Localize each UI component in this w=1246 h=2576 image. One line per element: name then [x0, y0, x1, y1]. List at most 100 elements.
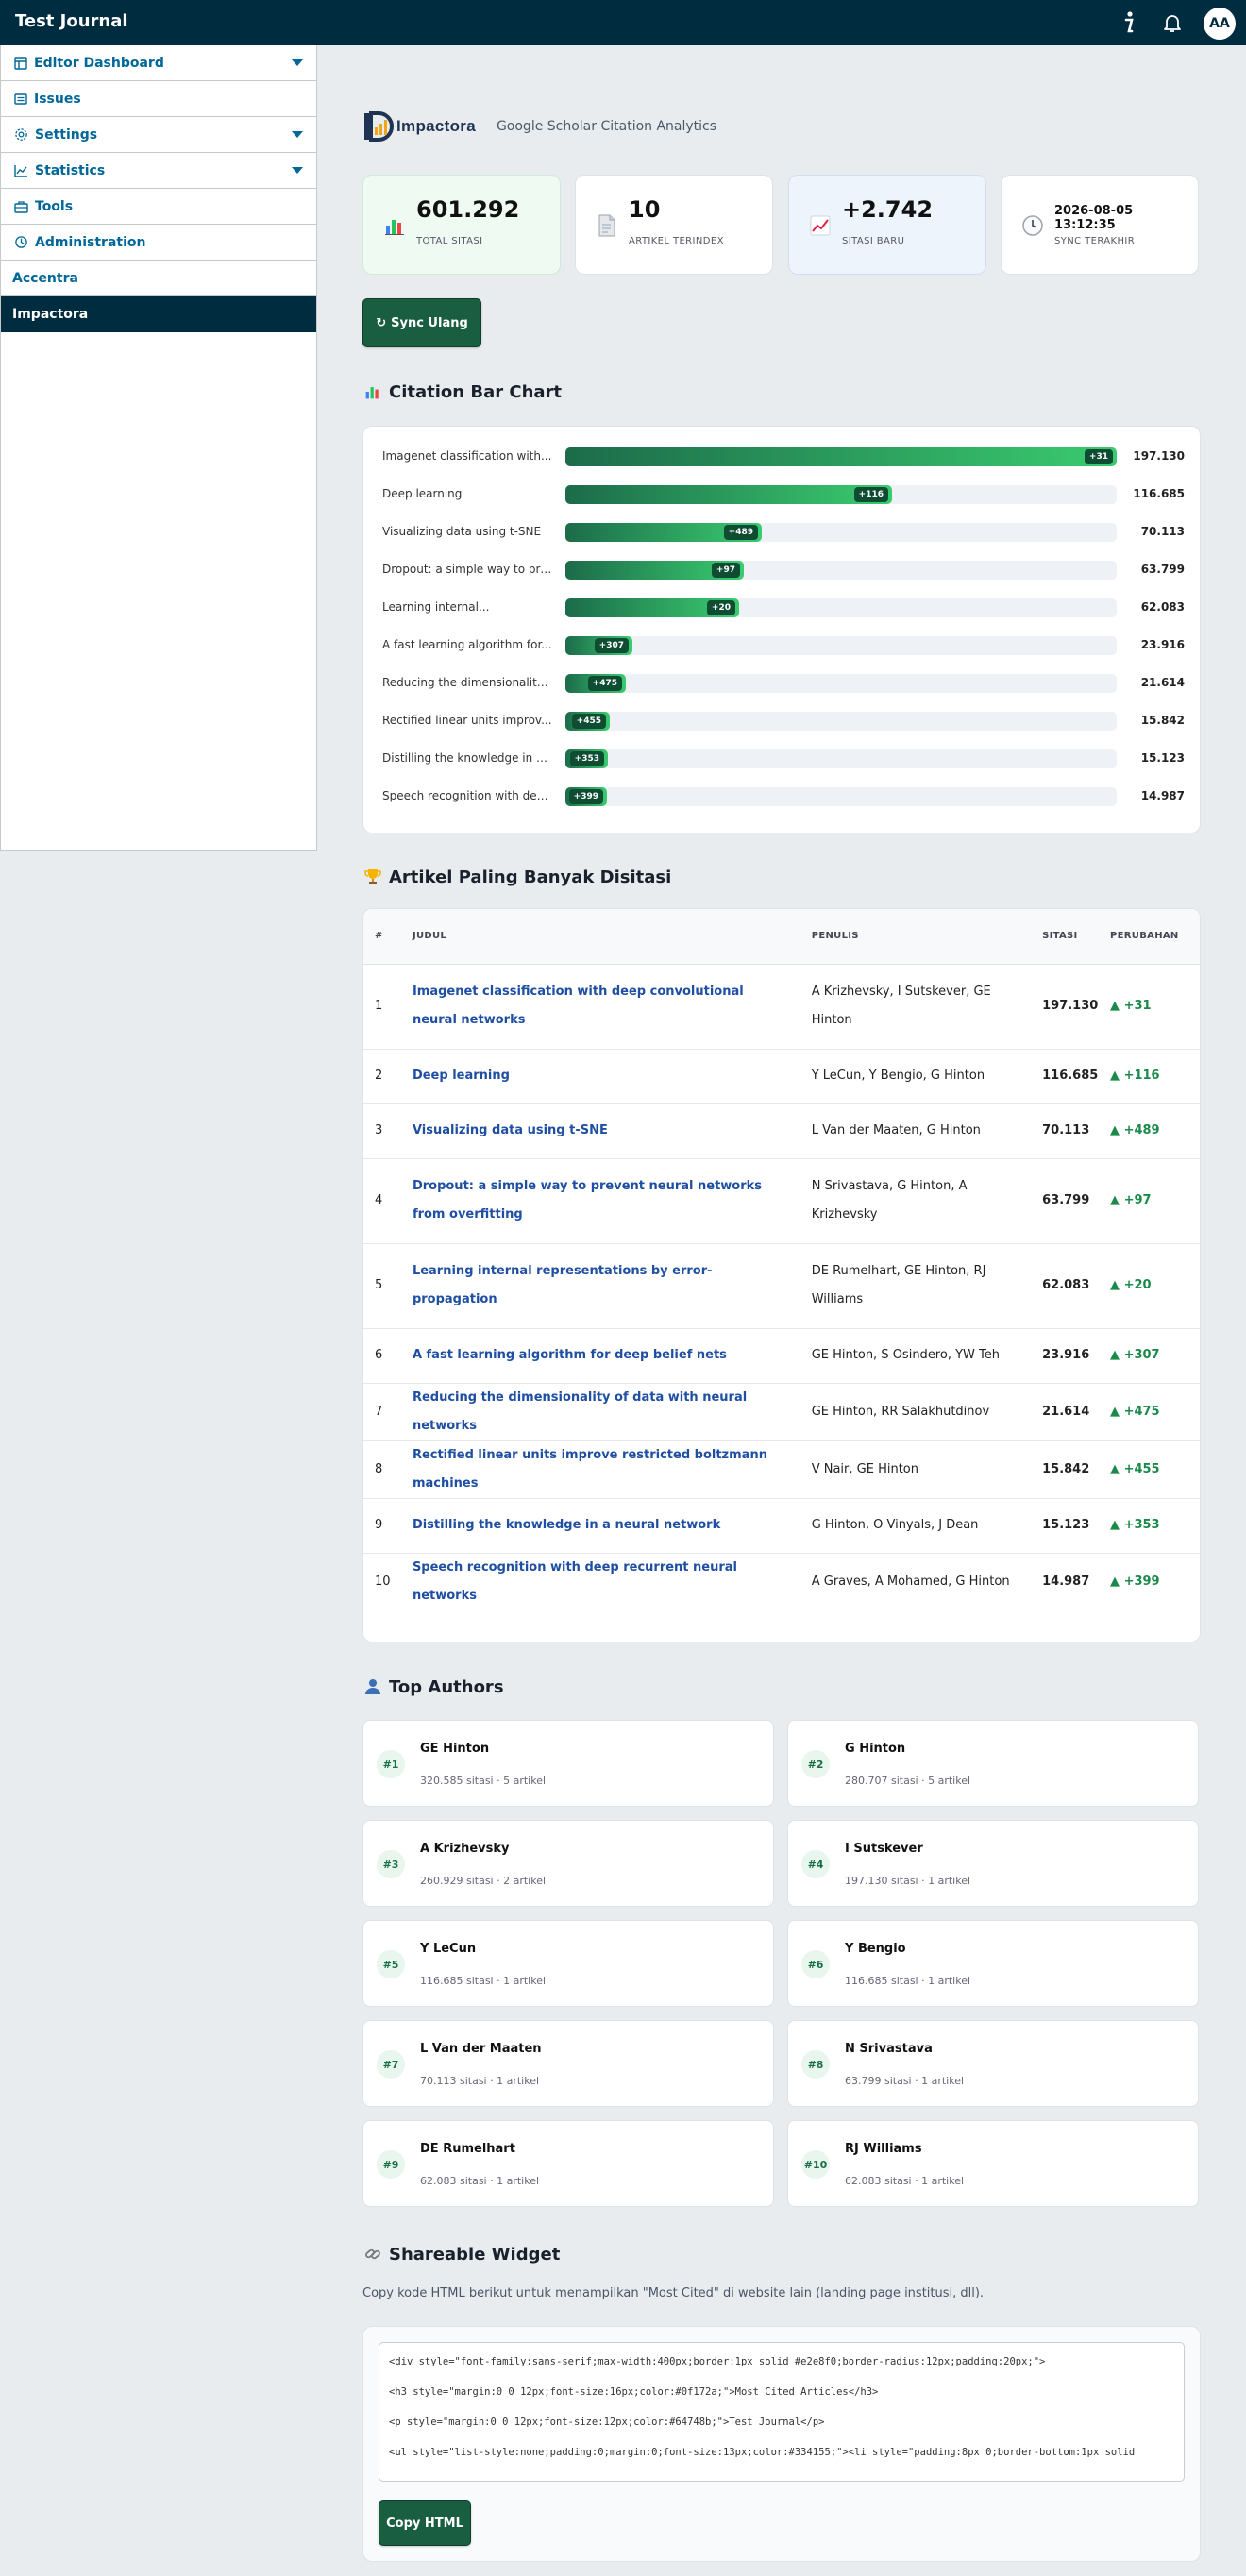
table-row: 3 Visualizing data using t-SNE L Van der M…: [363, 1103, 1200, 1159]
article-title-link[interactable]: Reducing the dimensionality of data with…: [413, 1390, 747, 1433]
bar-row: Reducing the dimensionality... +475 21.614: [382, 672, 1185, 695]
author-rank-badge: #6: [801, 1950, 830, 1978]
page-subtitle: Google Scholar Citation Analytics: [496, 119, 717, 134]
sidebar-item-settings[interactable]: Settings: [1, 117, 316, 153]
article-citations: 197.130: [1042, 999, 1099, 1013]
citation-change-cell: ▲ +307: [1108, 1328, 1200, 1384]
bar-track: +353: [565, 749, 1117, 768]
row-number-cell: 3: [363, 1103, 401, 1159]
chart-line-icon: [14, 164, 27, 177]
section-title-bar-chart: Citation Bar Chart: [362, 381, 562, 402]
table-row: 5 Learning internal representations by er…: [363, 1243, 1200, 1329]
citation-bar-chart: Imagenet classification with... +31 197.13…: [362, 426, 1201, 833]
clock-icon: [1020, 212, 1045, 239]
page-header: Impactora Google Scholar Citation Analyt…: [362, 108, 716, 145]
citation-change-cell: ▲ +31: [1108, 964, 1200, 1050]
trophy-icon: [362, 867, 383, 887]
sync-button[interactable]: ↻ Sync Ulang: [362, 298, 481, 347]
article-title-link[interactable]: Speech recognition with deep recurrent n…: [413, 1560, 737, 1603]
refresh-icon: ↻: [376, 315, 387, 330]
article-title-link[interactable]: Dropout: a simple way to prevent neural …: [413, 1179, 762, 1221]
author-rank-badge: #9: [377, 2150, 405, 2179]
copy-html-button[interactable]: Copy HTML: [379, 2500, 471, 2546]
article-title-link[interactable]: Visualizing data using t-SNE: [413, 1123, 608, 1137]
sidebar-item-label: Administration: [35, 234, 146, 250]
bar-track: +97: [565, 561, 1117, 580]
author-name: Y LeCun: [420, 1942, 477, 1956]
bar-label: Imagenet classification with...: [382, 449, 552, 463]
trend-up-icon: [808, 212, 833, 239]
bar-delta-badge: +31: [1084, 449, 1113, 464]
article-citations-cell: 15.842: [1042, 1440, 1109, 1499]
bar-value: 15.842: [1140, 714, 1185, 727]
article-title-link[interactable]: Learning internal representations by err…: [413, 1264, 713, 1306]
author-name: DE Rumelhart: [420, 2142, 515, 2156]
article-title-link[interactable]: Deep learning: [413, 1069, 510, 1083]
citation-change-cell: ▲ +97: [1108, 1158, 1200, 1244]
citation-change: ▲ +455: [1110, 1461, 1160, 1476]
user-avatar[interactable]: AA: [1204, 8, 1236, 40]
bar-row: Dropout: a simple way to pre... +97 63.799: [382, 559, 1185, 581]
bar-delta-badge: +455: [571, 714, 606, 729]
stat-label: TOTAL SITASI: [416, 236, 483, 246]
bell-icon[interactable]: [1157, 8, 1187, 38]
sidebar-item-accentra[interactable]: Accentra: [1, 261, 316, 296]
bar-label: Distilling the knowledge in a...: [382, 751, 552, 765]
chevron-down-icon: [292, 131, 303, 138]
citation-change-cell: ▲ +399: [1108, 1553, 1200, 1610]
row-number-cell: 6: [363, 1328, 401, 1384]
info-icon[interactable]: [1114, 8, 1144, 38]
author-name: L Van der Maaten: [420, 2042, 542, 2056]
row-number: 9: [375, 1518, 383, 1532]
article-citations: 62.083: [1042, 1278, 1090, 1292]
article-citations: 15.842: [1042, 1461, 1090, 1476]
section-title-text: Citation Bar Chart: [389, 381, 563, 402]
author-rank-badge: #1: [377, 1750, 405, 1778]
article-title-link-cell: Distilling the knowledge in a neural net…: [400, 1498, 812, 1554]
article-authors-cell: V Nair, GE Hinton: [811, 1440, 1043, 1499]
row-number: 3: [375, 1123, 383, 1137]
journal-title[interactable]: Test Journal: [15, 11, 128, 31]
sidebar-item-statistics[interactable]: Statistics: [1, 153, 316, 189]
bar-row: Visualizing data using t-SNE +489 70.113: [382, 521, 1185, 544]
sidebar-item-editor-dashboard[interactable]: Editor Dashboard: [1, 45, 316, 81]
bar: +475: [565, 674, 626, 693]
brand-logo: Impactora: [362, 110, 476, 143]
sidebar-item-administration[interactable]: Administration: [1, 225, 316, 261]
author-rank-badge: #4: [801, 1850, 830, 1878]
author-name: G Hinton: [845, 1742, 906, 1756]
gear-icon: [15, 128, 27, 141]
bar-row: Learning internal... +20 62.083: [382, 597, 1185, 619]
sidebar-item-issues[interactable]: Issues: [1, 81, 316, 117]
sidebar-item-tools[interactable]: Tools: [1, 189, 316, 225]
sidebar-item-impactora[interactable]: Impactora: [1, 296, 316, 332]
most-cited-table-card: # JUDUL PENULIS SITASI PERUBAHAN 1 Imagen…: [362, 908, 1201, 1642]
article-title-link[interactable]: Distilling the knowledge in a neural net…: [413, 1518, 720, 1532]
article-title-link[interactable]: Rectified linear units improve restricte…: [413, 1448, 767, 1490]
bar-label: Rectified linear units improv...: [382, 714, 552, 727]
bar: +97: [565, 561, 744, 580]
citation-change: ▲ +475: [1110, 1404, 1160, 1419]
col-header-change: PERUBAHAN: [1108, 909, 1200, 965]
row-number-cell: 8: [363, 1440, 401, 1499]
article-authors-cell: Y LeCun, Y Bengio, G Hinton: [811, 1049, 1043, 1104]
stat-value: +2.742: [842, 196, 934, 223]
author-name: RJ Williams: [845, 2142, 922, 2156]
col-header-authors: PENULIS: [811, 909, 1043, 965]
article-title-link-cell: Deep learning: [400, 1049, 812, 1104]
article-authors-cell: A Graves, A Mohamed, G Hinton: [812, 1553, 1042, 1610]
bar: +31: [565, 447, 1117, 466]
bar-row: Imagenet classification with... +31 197.13…: [382, 446, 1185, 468]
article-title-link-cell: Rectified linear units improve restricte…: [400, 1440, 812, 1499]
article-authors: DE Rumelhart, GE Hinton, RJ Williams: [811, 1264, 986, 1306]
col-header-rank: #: [363, 909, 401, 965]
table-row: 10 Speech recognition with deep recurrent…: [363, 1553, 1200, 1610]
row-number-cell: 7: [363, 1383, 401, 1441]
widget-code-textarea[interactable]: <div style="font-family:sans-serif;max-w…: [379, 2342, 1185, 2482]
author-meta: 116.685 sitasi · 1 artikel: [845, 1975, 971, 1987]
article-title-link[interactable]: A fast learning algorithm for deep belie…: [413, 1348, 727, 1362]
bar-label: Visualizing data using t-SNE: [382, 525, 542, 538]
article-title-link[interactable]: Imagenet classification with deep convol…: [413, 985, 744, 1027]
citation-change: ▲ +31: [1110, 999, 1152, 1013]
stat-value: 601.292: [416, 196, 520, 223]
